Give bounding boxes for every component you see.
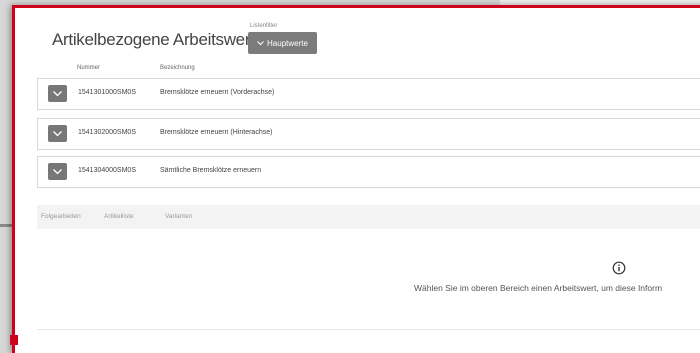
info-area: Wählen Sie im oberen Bereich einen Arbei… (37, 229, 700, 330)
detail-tabs: Folgearbeiten Artikelliste Varianten (37, 205, 700, 230)
row-description: Bremsklötze erneuern (Vorderachse) (160, 89, 275, 96)
filter-dropdown-button[interactable]: Hauptwerte (248, 32, 317, 54)
chevron-down-icon (53, 90, 62, 96)
table-row[interactable]: 1541302000SM0S Bremsklötze erneuern (Hin… (37, 118, 700, 150)
info-circle-icon (612, 261, 626, 275)
row-number: 1541302000SM0S (78, 129, 136, 136)
chevron-down-icon (53, 168, 62, 174)
column-header-description: Bezeichnung (160, 65, 195, 71)
table-row[interactable]: 1541301000SM0S Bremsklötze erneuern (Vor… (37, 78, 700, 110)
work-values-panel: Artikelbezogene Arbeitswerte Listenfilte… (12, 5, 700, 353)
row-number: 1541301000SM0S (78, 89, 136, 96)
table-row[interactable]: 1541304000SM0S Sämtliche Bremsklötze ern… (37, 156, 700, 188)
expand-button[interactable] (48, 125, 67, 142)
column-header-number: Nummer (77, 65, 101, 71)
filter-button-label: Hauptwerte (267, 38, 308, 48)
expand-button[interactable] (48, 163, 67, 180)
row-number: 1541304000SM0S (78, 167, 136, 174)
tab-follow-up-work[interactable]: Folgearbeiten (41, 213, 81, 220)
accent-marker (10, 335, 18, 345)
page-title: Artikelbezogene Arbeitswerte (52, 30, 264, 49)
filter-label: Listenfilter (250, 23, 278, 29)
info-message: Wählen Sie im oberen Bereich einen Arbei… (414, 283, 663, 293)
row-description: Sämtliche Bremsklötze erneuern (160, 167, 262, 174)
row-description: Bremsklötze erneuern (Hinterachse) (160, 129, 273, 136)
tab-article-list[interactable]: Artikelliste (104, 213, 134, 220)
expand-button[interactable] (48, 85, 67, 102)
chevron-down-icon (257, 39, 264, 48)
chevron-down-icon (53, 130, 62, 136)
tab-variants[interactable]: Varianten (165, 213, 192, 220)
